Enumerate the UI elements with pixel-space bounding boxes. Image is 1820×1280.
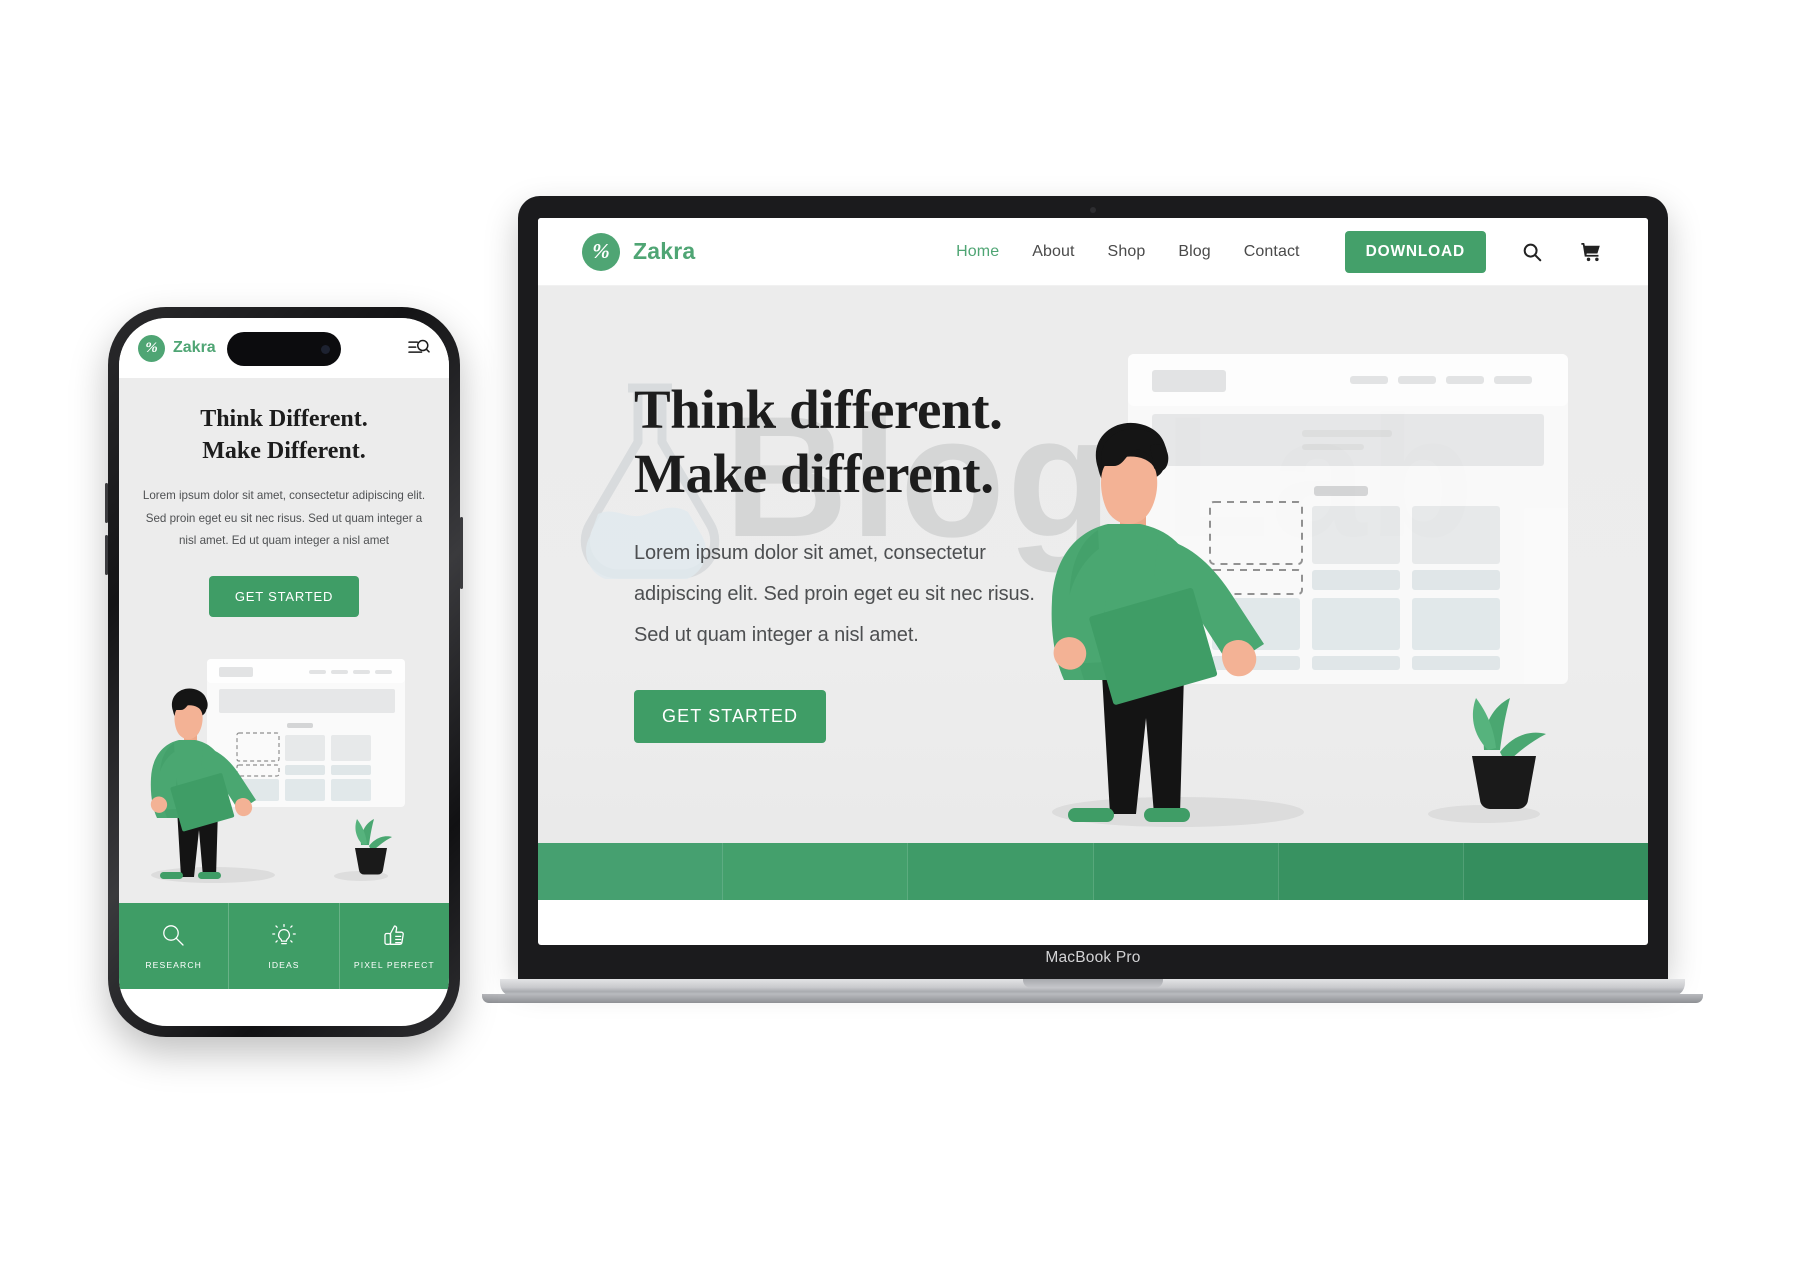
feature-label: PIXEL PERFECT [353,959,435,970]
search-icon[interactable] [1519,239,1545,265]
phone-brand-name: Zakra [173,339,216,356]
laptop-screen: % Zakra Home About Shop Blog Contact DOW… [538,218,1648,945]
thumbs-up-icon [384,924,405,945]
volume-up-button[interactable] [105,483,108,523]
front-camera-icon [321,344,330,354]
menu-search-icon[interactable] [408,338,430,358]
hero-heading-line2: Make different. [634,443,994,505]
volume-down-button[interactable] [105,535,108,575]
hero-paragraph: Lorem ipsum dolor sit amet, consectetur … [634,541,1035,647]
feature-pixel-perfect[interactable]: PIXEL PERFECT [340,903,449,989]
bottom-bar-segment [723,843,909,900]
dynamic-island [227,332,341,366]
hero-section: Blog Lab Think different. Make different… [538,286,1648,900]
laptop-lid: % Zakra Home About Shop Blog Contact DOW… [518,196,1668,971]
zakra-logo-icon: % [582,232,620,271]
phone-feature-bar: RESEARCH IDEAS PIXEL PERFECT [119,903,449,989]
laptop-base-foot [482,994,1703,1003]
webcam-icon [1090,207,1096,213]
brand-name: Zakra [633,238,696,264]
phone-frame: % Zakra Think Different. Make Different. [105,307,463,1037]
feature-research[interactable]: RESEARCH [119,903,230,989]
get-started-button[interactable]: GET STARTED [634,690,827,744]
feature-label: IDEAS [268,959,300,970]
nav-item-contact[interactable]: Contact [1244,243,1300,261]
device-label: MacBook Pro [1045,949,1141,966]
nav-item-home[interactable]: Home [956,243,999,261]
feature-label: RESEARCH [145,959,202,970]
brand-logo[interactable]: % Zakra [582,232,696,271]
zakra-logo-icon: % [138,334,165,362]
nav-item-shop[interactable]: Shop [1108,243,1146,261]
phone-get-started-button[interactable]: GET STARTED [208,576,360,618]
cart-icon[interactable] [1578,239,1604,265]
phone-hero-section: Think Different. Make Different. Lorem i… [119,378,449,903]
phone-hero-paragraph: Lorem ipsum dolor sit amet, consectetur … [142,489,426,547]
power-button[interactable] [460,517,463,589]
iphone-mockup: % Zakra Think Different. Make Different. [105,307,463,1037]
magnifier-icon [162,924,184,946]
nav-item-about[interactable]: About [1032,243,1074,261]
laptop-base-notch [1022,979,1163,988]
phone-hero-illustration [150,659,405,883]
screenshot-canvas: % Zakra Home About Shop Blog Contact DOW… [0,0,1820,1280]
bottom-bar-segment [538,843,724,900]
download-button[interactable]: DOWNLOAD [1344,230,1486,273]
feature-ideas[interactable]: IDEAS [229,903,340,989]
lightbulb-icon [272,923,296,944]
hero-copy: Think different. Make different. Lorem i… [538,286,1178,744]
laptop-chin: MacBook Pro [518,945,1668,983]
nav-item-blog[interactable]: Blog [1178,243,1210,261]
phone-screen: % Zakra Think Different. Make Different. [119,318,449,1026]
phone-brand-logo[interactable]: % Zakra [138,334,216,362]
hero-heading-line1: Think different. [634,379,1003,440]
main-navigation: Home About Shop Blog Contact DOWNLOAD [956,230,1604,273]
site-header: % Zakra Home About Shop Blog Contact DOW… [538,218,1648,286]
phone-hero-heading: Think Different. Make Different. [119,378,449,467]
hero-heading: Think different. Make different. [634,378,1178,507]
phone-hero-heading-line2: Make Different. [202,437,366,464]
phone-hero-heading-line1: Think Different. [200,406,368,432]
macbook-pro-mockup: % Zakra Home About Shop Blog Contact DOW… [482,196,1703,1003]
